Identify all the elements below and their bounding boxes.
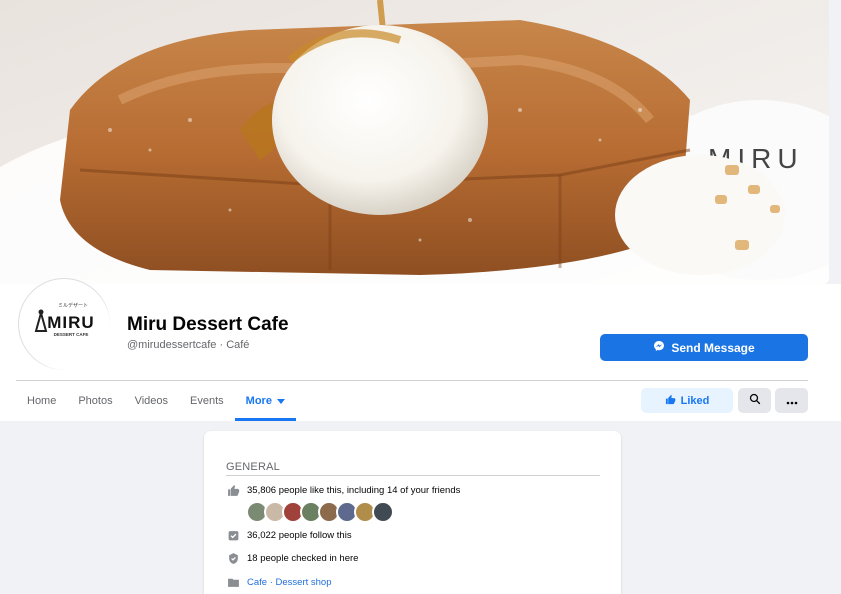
category-link-dessert-shop[interactable]: Dessert shop	[276, 577, 332, 588]
checkin-icon	[226, 551, 240, 565]
category-separator: ·	[267, 576, 276, 588]
friend-avatar[interactable]	[372, 501, 394, 523]
tab-events[interactable]: Events	[179, 381, 235, 421]
send-message-label: Send Message	[671, 340, 755, 355]
svg-text:MIRU: MIRU	[47, 313, 94, 332]
likes-text: 35,806 people like this, including 14 of…	[247, 484, 461, 496]
page-avatar[interactable]: ミルデザート MIRU DESSERT CAFE	[18, 278, 110, 370]
thumbs-up-icon	[226, 483, 240, 497]
follow-icon	[226, 528, 240, 542]
checkins-text: 18 people checked in here	[247, 552, 359, 564]
cover-photo[interactable]: MIRU	[0, 0, 829, 284]
send-message-button[interactable]: Send Message	[600, 334, 808, 361]
tab-more-label: More	[245, 395, 272, 407]
tab-home-label: Home	[27, 395, 57, 407]
caret-down-icon	[276, 398, 285, 404]
tab-home[interactable]: Home	[16, 381, 67, 421]
folder-icon	[226, 575, 240, 589]
section-divider	[226, 475, 600, 476]
follows-row: 36,022 people follow this	[226, 528, 352, 542]
page-tabs: Home Photos Videos Events More	[16, 381, 297, 421]
tab-more[interactable]: More	[234, 381, 297, 421]
tab-videos[interactable]: Videos	[124, 381, 179, 421]
page-header: ミルデザート MIRU DESSERT CAFE Miru Dessert Ca…	[0, 278, 841, 421]
search-button[interactable]	[738, 388, 771, 413]
more-dots-icon	[786, 393, 798, 408]
miru-logo: ミルデザート MIRU DESSERT CAFE	[20, 280, 110, 370]
messenger-icon	[653, 340, 665, 355]
page-title: Miru Dessert Cafe	[127, 314, 289, 335]
category-row: Cafe · Dessert shop	[226, 575, 332, 589]
likes-row: 35,806 people like this, including 14 of…	[226, 483, 460, 497]
tab-events-label: Events	[190, 395, 224, 407]
friend-avatars[interactable]	[246, 501, 394, 523]
page-handle: @mirudessertcafe · Café	[127, 339, 250, 351]
follows-text: 36,022 people follow this	[247, 529, 352, 541]
liked-button[interactable]: Liked	[641, 388, 733, 413]
liked-label: Liked	[680, 394, 710, 407]
more-options-button[interactable]	[775, 388, 808, 413]
tab-videos-label: Videos	[134, 395, 169, 407]
thumbs-up-icon	[665, 394, 676, 408]
about-card: GENERAL 35,806 people like this, includi…	[204, 431, 621, 594]
section-title: GENERAL	[226, 461, 280, 473]
tab-photos-label: Photos	[78, 395, 113, 407]
checkins-row: 18 people checked in here	[226, 551, 358, 565]
cover-image: MIRU	[0, 0, 829, 284]
tab-photos[interactable]: Photos	[67, 381, 123, 421]
category-link-cafe[interactable]: Cafe	[247, 577, 267, 588]
svg-text:DESSERT CAFE: DESSERT CAFE	[54, 332, 89, 337]
svg-text:ミルデザート: ミルデザート	[58, 302, 88, 309]
search-icon	[749, 393, 761, 408]
scrollbar-track[interactable]	[829, 0, 841, 284]
